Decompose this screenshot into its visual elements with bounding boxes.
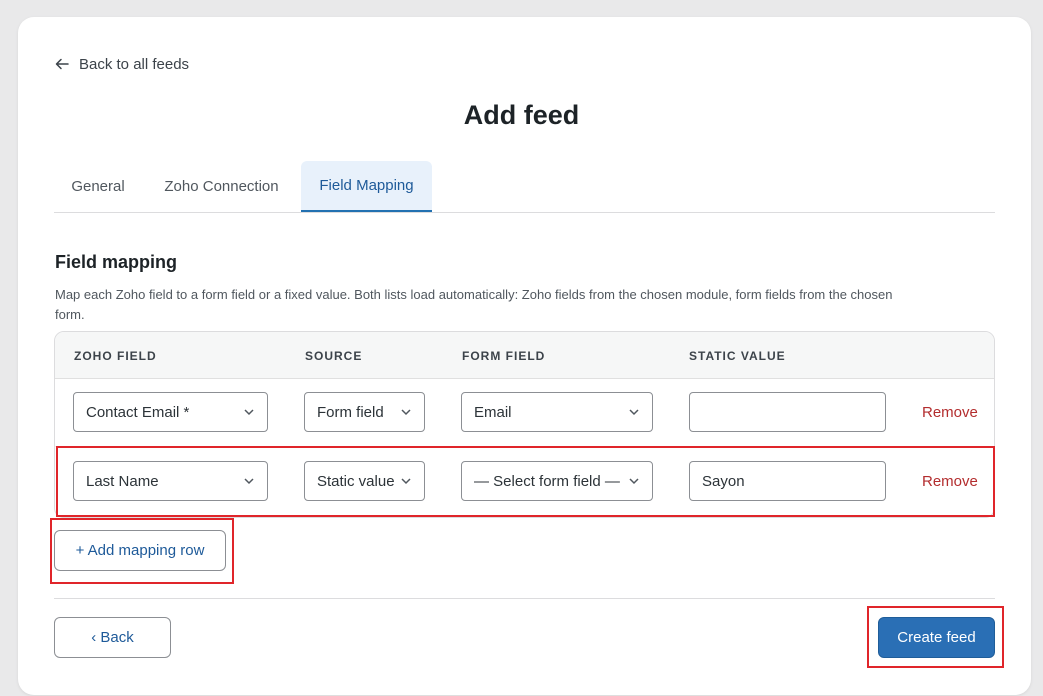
static-value-text: Sayon <box>702 472 745 490</box>
static-value-input[interactable]: Sayon <box>689 461 886 501</box>
tab-bar: General Zoho Connection Field Mapping <box>54 161 995 213</box>
form-field-select[interactable]: Email <box>461 392 653 432</box>
remove-row-button[interactable]: Remove <box>922 473 978 490</box>
source-value: Form field <box>317 403 384 421</box>
table-row: Contact Email * Form field Email Remove <box>55 379 994 447</box>
static-value-input[interactable] <box>689 392 886 432</box>
chevron-down-icon <box>244 478 254 485</box>
page-title: Add feed <box>463 100 580 130</box>
source-select[interactable]: Static value <box>304 461 425 501</box>
zoho-field-value: Last Name <box>86 472 159 490</box>
back-button[interactable]: ‹ Back <box>54 617 171 658</box>
header-source: SOURCE <box>305 349 363 363</box>
arrow-left-icon <box>55 57 69 71</box>
create-feed-button[interactable]: Create feed <box>878 617 995 658</box>
table-row: Last Name Static value — Select form fie… <box>55 448 994 516</box>
tab-zoho-connection[interactable]: Zoho Connection <box>142 161 301 212</box>
zoho-field-value: Contact Email * <box>86 403 190 421</box>
source-select[interactable]: Form field <box>304 392 425 432</box>
zoho-field-select[interactable]: Contact Email * <box>73 392 268 432</box>
source-value: Static value <box>317 472 395 490</box>
section-description: Map each Zoho field to a form field or a… <box>55 287 893 322</box>
header-zoho-field: ZOHO FIELD <box>74 349 157 363</box>
zoho-field-select[interactable]: Last Name <box>73 461 268 501</box>
chevron-down-icon <box>401 409 411 416</box>
chevron-down-icon <box>401 478 411 485</box>
table-header: ZOHO FIELD SOURCE FORM FIELD STATIC VALU… <box>55 332 994 379</box>
chevron-down-icon <box>244 409 254 416</box>
header-form-field: FORM FIELD <box>462 349 546 363</box>
header-static-value: STATIC VALUE <box>689 349 786 363</box>
add-mapping-row-button[interactable]: + Add mapping row <box>54 530 226 571</box>
tab-field-mapping[interactable]: Field Mapping <box>301 161 432 212</box>
back-to-feeds-link[interactable]: Back to all feeds <box>55 54 189 74</box>
form-field-value: Email <box>474 403 512 421</box>
chevron-down-icon <box>629 478 639 485</box>
back-to-feeds-label: Back to all feeds <box>79 55 190 73</box>
remove-row-button[interactable]: Remove <box>922 404 978 421</box>
chevron-down-icon <box>629 409 639 416</box>
tab-general[interactable]: General <box>54 161 142 212</box>
mapping-table: ZOHO FIELD SOURCE FORM FIELD STATIC VALU… <box>54 331 995 518</box>
section-title: Field mapping <box>55 252 178 272</box>
footer-divider <box>54 598 995 599</box>
form-field-select[interactable]: — Select form field — <box>461 461 653 501</box>
form-field-value: — Select form field — <box>474 472 620 490</box>
